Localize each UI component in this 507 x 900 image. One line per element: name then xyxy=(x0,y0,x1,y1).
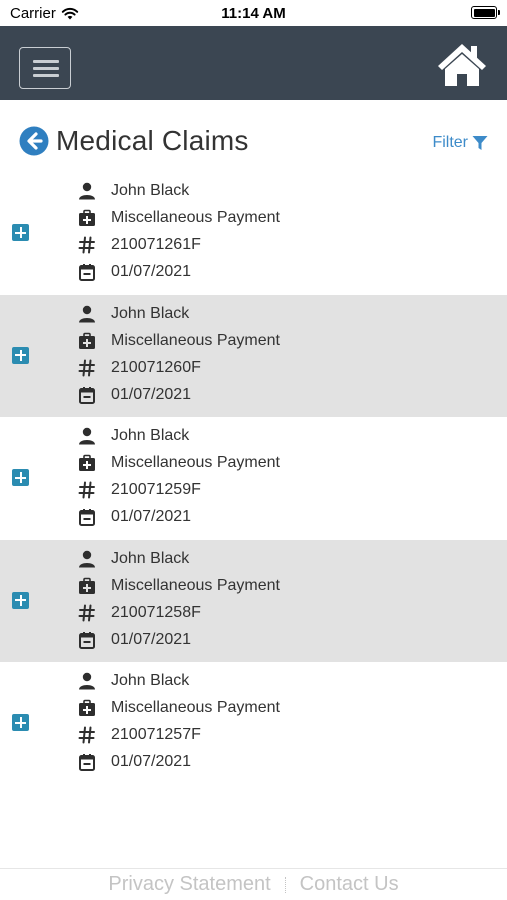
claim-date: 01/07/2021 xyxy=(78,505,191,529)
medical-kit-icon xyxy=(79,209,95,226)
contact-us-link[interactable]: Contact Us xyxy=(300,873,399,896)
claim-member: John Black xyxy=(78,302,189,326)
privacy-statement-link[interactable]: Privacy Statement xyxy=(108,873,270,896)
calendar-icon xyxy=(79,509,95,526)
claim-date-value: 01/07/2021 xyxy=(111,263,192,280)
filter-icon xyxy=(472,136,488,150)
claim-type: Miscellaneous Payment xyxy=(78,329,280,353)
claim-type-label: Miscellaneous Payment xyxy=(111,454,280,471)
claim-member: John Black xyxy=(78,547,189,571)
claim-number-value: 210071258F xyxy=(111,603,201,621)
medical-kit-icon xyxy=(79,454,95,471)
expand-plus-icon[interactable] xyxy=(12,714,29,731)
claim-type: Miscellaneous Payment xyxy=(78,451,280,475)
hash-icon xyxy=(78,604,95,621)
medical-kit-icon xyxy=(79,332,95,349)
hamburger-menu-button[interactable] xyxy=(19,47,71,89)
user-icon xyxy=(79,672,95,690)
claim-date: 01/07/2021 xyxy=(78,260,191,284)
claim-date-value: 01/07/2021 xyxy=(111,508,192,525)
back-arrow-icon[interactable] xyxy=(19,126,49,156)
claim-member-name: John Black xyxy=(111,304,190,322)
claim-number-value: 210071259F xyxy=(111,481,201,498)
menu-bar xyxy=(33,74,59,77)
claim-member: John Black xyxy=(78,669,189,693)
title-row: Medical Claims Filter xyxy=(0,115,507,171)
claim-type-label: Miscellaneous Payment xyxy=(111,209,280,226)
home-icon[interactable] xyxy=(436,42,488,88)
claim-row[interactable]: John Black Miscellaneous Payment 2100712… xyxy=(0,294,507,417)
claim-number: 210071260F xyxy=(78,356,201,380)
claim-row[interactable]: John Black Miscellaneous Payment 2100712… xyxy=(0,172,507,295)
claim-number: 210071261F xyxy=(78,233,201,257)
filter-label: Filter xyxy=(432,134,468,151)
claim-member-name: John Black xyxy=(111,427,190,444)
battery-icon xyxy=(471,6,500,19)
claim-row[interactable]: John Black Miscellaneous Payment 2100712… xyxy=(0,662,507,785)
calendar-icon xyxy=(79,754,95,771)
hash-icon xyxy=(78,359,95,376)
claim-date-value: 01/07/2021 xyxy=(111,753,192,770)
expand-plus-icon[interactable] xyxy=(12,346,29,364)
expand-plus-icon[interactable] xyxy=(12,591,29,609)
claim-date: 01/07/2021 xyxy=(78,383,191,407)
calendar-icon xyxy=(79,386,95,404)
claim-number-value: 210071260F xyxy=(111,358,201,376)
calendar-icon xyxy=(79,631,95,649)
expand-plus-icon[interactable] xyxy=(12,224,29,241)
footer-divider xyxy=(284,876,286,893)
hash-icon xyxy=(78,726,95,744)
claims-list: John Black Miscellaneous Payment 2100712… xyxy=(0,172,507,785)
claim-date: 01/07/2021 xyxy=(78,628,191,652)
filter-button[interactable]: Filter xyxy=(432,134,488,152)
claim-member-name: John Black xyxy=(111,672,190,689)
claim-number: 210071259F xyxy=(78,478,201,502)
claim-type: Miscellaneous Payment xyxy=(78,206,280,230)
claim-member: John Black xyxy=(78,179,189,203)
claim-type-label: Miscellaneous Payment xyxy=(111,331,280,349)
claim-type-label: Miscellaneous Payment xyxy=(111,699,280,716)
claim-member: John Black xyxy=(78,424,189,448)
claim-type: Miscellaneous Payment xyxy=(78,696,280,720)
hash-icon xyxy=(78,481,95,499)
footer: Privacy Statement Contact Us xyxy=(0,868,507,900)
claim-row[interactable]: John Black Miscellaneous Payment 2100712… xyxy=(0,417,507,540)
claim-member-name: John Black xyxy=(111,182,190,199)
menu-bar xyxy=(33,60,59,63)
status-time: 11:14 AM xyxy=(221,5,286,22)
user-icon xyxy=(79,550,95,567)
claim-date-value: 01/07/2021 xyxy=(111,630,192,648)
claim-number-value: 210071261F xyxy=(111,236,201,253)
calendar-icon xyxy=(79,264,95,281)
user-icon xyxy=(79,427,95,445)
medical-kit-icon xyxy=(79,699,95,716)
app-header xyxy=(0,26,507,100)
expand-plus-icon[interactable] xyxy=(12,469,29,486)
claim-row[interactable]: John Black Miscellaneous Payment 2100712… xyxy=(0,539,507,662)
claim-number: 210071258F xyxy=(78,601,201,625)
hash-icon xyxy=(78,236,95,254)
claim-type: Miscellaneous Payment xyxy=(78,574,280,598)
page-title: Medical Claims xyxy=(56,125,249,156)
user-icon xyxy=(79,182,95,200)
status-bar: Carrier 11:14 AM xyxy=(0,0,507,26)
user-icon xyxy=(79,305,95,322)
claim-number-value: 210071257F xyxy=(111,726,201,743)
claim-member-name: John Black xyxy=(111,549,190,567)
claim-date-value: 01/07/2021 xyxy=(111,385,192,403)
menu-bar xyxy=(33,67,59,70)
claim-date: 01/07/2021 xyxy=(78,750,191,774)
claim-type-label: Miscellaneous Payment xyxy=(111,576,280,594)
claim-number: 210071257F xyxy=(78,723,201,747)
medical-kit-icon xyxy=(79,577,95,594)
